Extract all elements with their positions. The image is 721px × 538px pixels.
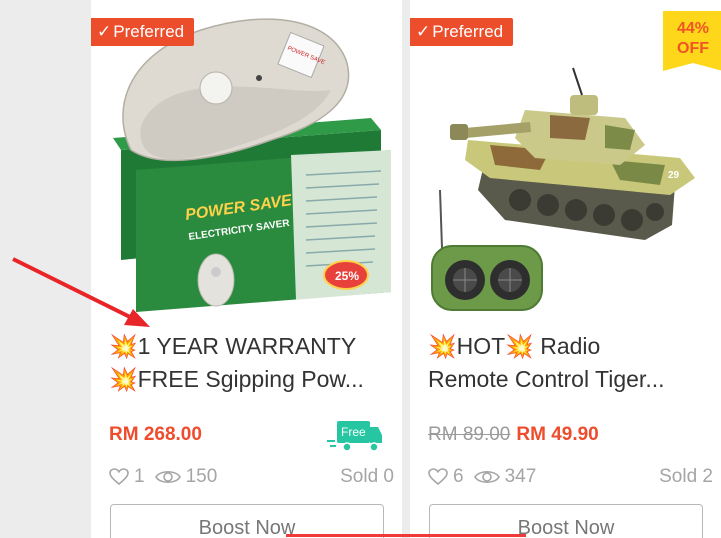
product-price: RM 49.90	[516, 424, 599, 445]
stats-row: 1 150 Sold 0	[109, 463, 394, 491]
views-stat: 150	[154, 466, 218, 488]
heart-icon	[109, 468, 129, 486]
views-count: 347	[504, 466, 537, 487]
original-price: RM 89.00	[428, 424, 511, 445]
product-title[interactable]: 💥HOT💥 Radio Remote Control Tiger...	[428, 330, 718, 396]
likes-stat[interactable]: 1	[109, 466, 145, 488]
product-card[interactable]: 29 ✓ Preferred 44% OFF 💥HOT💥 Radio Remote…	[410, 0, 721, 538]
stats-row: 6 347 Sold 2	[428, 463, 713, 491]
product-title-line-1: 💥HOT💥 Radio	[428, 333, 601, 359]
annotation-underline	[286, 534, 526, 537]
discount-tag: 44% OFF	[663, 11, 721, 71]
tank-number-text: 29	[668, 170, 680, 181]
boost-now-button[interactable]: Boost Now	[110, 504, 384, 538]
likes-count: 6	[453, 466, 464, 487]
discount-percent: 44%	[676, 20, 710, 37]
product-title-line-2: 💥FREE Sgipping Pow...	[109, 366, 364, 392]
preferred-label: Preferred	[113, 22, 185, 41]
likes-count: 1	[134, 466, 145, 487]
price-row: RM 268.00	[109, 420, 202, 450]
product-title[interactable]: 💥1 YEAR WARRANTY 💥FREE Sgipping Pow...	[109, 330, 399, 396]
likes-stat[interactable]: 6	[428, 466, 464, 488]
eye-icon	[473, 470, 500, 484]
boost-now-button[interactable]: Boost Now	[429, 504, 703, 538]
product-image[interactable]: POWER SAVE ELECTRICITY SAVER 25% POWER S…	[91, 0, 402, 320]
eye-icon	[154, 470, 181, 484]
product-price: RM 268.00	[109, 424, 202, 445]
product-title-line-2: Remote Control Tiger...	[428, 366, 665, 392]
preferred-badge: ✓ Preferred	[410, 18, 514, 46]
box-discount-text: 25%	[335, 269, 359, 283]
sold-count: Sold 0	[340, 466, 394, 487]
sold-count: Sold 2	[659, 466, 713, 487]
check-icon: ✓	[97, 22, 112, 41]
preferred-label: Preferred	[432, 22, 504, 41]
truck-icon: Free	[327, 421, 382, 452]
views-stat: 347	[473, 466, 537, 488]
free-shipping-label: Free	[341, 425, 366, 439]
product-title-line-1: 💥1 YEAR WARRANTY	[109, 333, 357, 359]
price-row: RM 89.00 RM 49.90	[428, 420, 599, 450]
heart-icon	[428, 468, 448, 486]
views-count: 150	[185, 466, 218, 487]
discount-off-label: OFF	[677, 40, 709, 57]
free-shipping-badge: Free	[327, 419, 383, 453]
product-card[interactable]: POWER SAVE ELECTRICITY SAVER 25% POWER S…	[91, 0, 402, 538]
preferred-badge: ✓ Preferred	[91, 18, 195, 46]
check-icon: ✓	[416, 22, 431, 41]
power-saver-image: POWER SAVE ELECTRICITY SAVER 25% POWER S…	[113, 18, 391, 312]
